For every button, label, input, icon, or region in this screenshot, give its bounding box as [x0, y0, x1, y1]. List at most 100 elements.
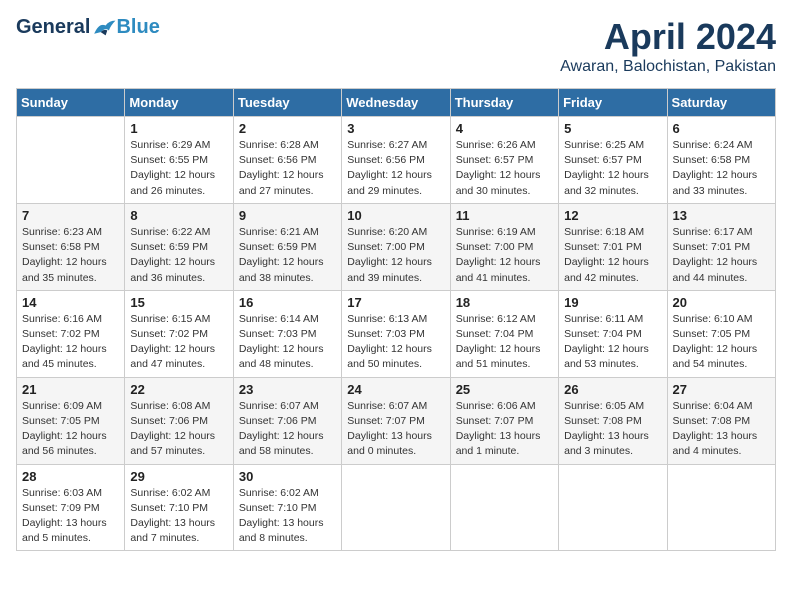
- calendar-cell: 16Sunrise: 6:14 AM Sunset: 7:03 PM Dayli…: [233, 290, 341, 377]
- day-info: Sunrise: 6:03 AM Sunset: 7:09 PM Dayligh…: [22, 486, 119, 547]
- calendar-cell: [450, 464, 558, 551]
- day-number: 4: [456, 121, 553, 136]
- calendar-cell: 19 Sunrise: 6:11 AM Sunset: 7:04 PM Dayli…: [559, 290, 667, 377]
- day-info: Sunrise: 6:23 AM Sunset: 6:58 PM Dayligh…: [22, 225, 119, 286]
- calendar-cell: [559, 464, 667, 551]
- calendar-cell: [667, 464, 775, 551]
- calendar-cell: 1 Sunrise: 6:29 AM Sunset: 6:55 PM Daylig…: [125, 117, 233, 204]
- day-number: 5: [564, 121, 661, 136]
- calendar-cell: 14 Sunrise: 6:16 AM Sunset: 7:02 PM Dayli…: [17, 290, 125, 377]
- calendar-week-row: 14 Sunrise: 6:16 AM Sunset: 7:02 PM Dayli…: [17, 290, 776, 377]
- day-info: Sunrise: 6:21 AM Sunset: 6:59 PM Dayligh…: [239, 225, 336, 286]
- day-info: Sunrise: 6:29 AM Sunset: 6:55 PM Dayligh…: [130, 138, 227, 199]
- day-number: 9: [239, 208, 336, 223]
- day-number: 19: [564, 295, 661, 310]
- day-number: 28: [22, 469, 119, 484]
- day-info: Sunrise: 6:24 AM Sunset: 6:58 PM Dayligh…: [673, 138, 770, 199]
- calendar-header-monday: Monday: [125, 89, 233, 117]
- day-info: Sunrise: 6:06 AM Sunset: 7:07 PM Dayligh…: [456, 399, 553, 460]
- day-info: Sunrise: 6:09 AM Sunset: 7:05 PM Dayligh…: [22, 399, 119, 460]
- day-number: 3: [347, 121, 444, 136]
- calendar-cell: [342, 464, 450, 551]
- calendar-week-row: 21Sunrise: 6:09 AM Sunset: 7:05 PM Dayli…: [17, 377, 776, 464]
- calendar-cell: 25 Sunrise: 6:06 AM Sunset: 7:07 PM Dayli…: [450, 377, 558, 464]
- day-number: 1: [130, 121, 227, 136]
- day-info: Sunrise: 6:28 AM Sunset: 6:56 PM Dayligh…: [239, 138, 336, 199]
- calendar-cell: 4 Sunrise: 6:26 AM Sunset: 6:57 PM Daylig…: [450, 117, 558, 204]
- calendar-header-sunday: Sunday: [17, 89, 125, 117]
- calendar-cell: 8Sunrise: 6:22 AM Sunset: 6:59 PM Daylig…: [125, 203, 233, 290]
- calendar-cell: 3 Sunrise: 6:27 AM Sunset: 6:56 PM Daylig…: [342, 117, 450, 204]
- calendar-cell: 5 Sunrise: 6:25 AM Sunset: 6:57 PM Daylig…: [559, 117, 667, 204]
- day-info: Sunrise: 6:20 AM Sunset: 7:00 PM Dayligh…: [347, 225, 444, 286]
- calendar-cell: 12 Sunrise: 6:18 AM Sunset: 7:01 PM Dayli…: [559, 203, 667, 290]
- day-info: Sunrise: 6:26 AM Sunset: 6:57 PM Dayligh…: [456, 138, 553, 199]
- day-number: 12: [564, 208, 661, 223]
- day-number: 30: [239, 469, 336, 484]
- day-number: 23: [239, 382, 336, 397]
- logo-bird-icon: [92, 19, 116, 37]
- day-info: Sunrise: 6:04 AM Sunset: 7:08 PM Dayligh…: [673, 399, 770, 460]
- day-number: 10: [347, 208, 444, 223]
- calendar-cell: [17, 117, 125, 204]
- day-info: Sunrise: 6:02 AM Sunset: 7:10 PM Dayligh…: [239, 486, 336, 547]
- day-number: 22: [130, 382, 227, 397]
- calendar-cell: 27Sunrise: 6:04 AM Sunset: 7:08 PM Dayli…: [667, 377, 775, 464]
- calendar-cell: 21Sunrise: 6:09 AM Sunset: 7:05 PM Dayli…: [17, 377, 125, 464]
- calendar-header-thursday: Thursday: [450, 89, 558, 117]
- day-info: Sunrise: 6:16 AM Sunset: 7:02 PM Dayligh…: [22, 312, 119, 373]
- day-info: Sunrise: 6:07 AM Sunset: 7:06 PM Dayligh…: [239, 399, 336, 460]
- day-number: 24: [347, 382, 444, 397]
- calendar-week-row: 7 Sunrise: 6:23 AM Sunset: 6:58 PM Daylig…: [17, 203, 776, 290]
- calendar-cell: 18Sunrise: 6:12 AM Sunset: 7:04 PM Dayli…: [450, 290, 558, 377]
- calendar-cell: 10 Sunrise: 6:20 AM Sunset: 7:00 PM Dayli…: [342, 203, 450, 290]
- day-info: Sunrise: 6:15 AM Sunset: 7:02 PM Dayligh…: [130, 312, 227, 373]
- calendar-cell: 29Sunrise: 6:02 AM Sunset: 7:10 PM Dayli…: [125, 464, 233, 551]
- calendar-table: SundayMondayTuesdayWednesdayThursdayFrid…: [16, 88, 776, 551]
- day-number: 6: [673, 121, 770, 136]
- calendar-header-tuesday: Tuesday: [233, 89, 341, 117]
- day-info: Sunrise: 6:07 AM Sunset: 7:07 PM Dayligh…: [347, 399, 444, 460]
- calendar-cell: 17Sunrise: 6:13 AM Sunset: 7:03 PM Dayli…: [342, 290, 450, 377]
- calendar-cell: 15 Sunrise: 6:15 AM Sunset: 7:02 PM Dayli…: [125, 290, 233, 377]
- calendar-cell: 13 Sunrise: 6:17 AM Sunset: 7:01 PM Dayli…: [667, 203, 775, 290]
- calendar-week-row: 28 Sunrise: 6:03 AM Sunset: 7:09 PM Dayli…: [17, 464, 776, 551]
- day-number: 18: [456, 295, 553, 310]
- day-number: 14: [22, 295, 119, 310]
- calendar-week-row: 1 Sunrise: 6:29 AM Sunset: 6:55 PM Daylig…: [17, 117, 776, 204]
- day-number: 29: [130, 469, 227, 484]
- logo-general-text: General: [16, 16, 90, 39]
- day-number: 13: [673, 208, 770, 223]
- location-title: Awaran, Balochistan, Pakistan: [560, 58, 776, 76]
- day-number: 20: [673, 295, 770, 310]
- day-info: Sunrise: 6:25 AM Sunset: 6:57 PM Dayligh…: [564, 138, 661, 199]
- day-number: 2: [239, 121, 336, 136]
- day-info: Sunrise: 6:13 AM Sunset: 7:03 PM Dayligh…: [347, 312, 444, 373]
- day-info: Sunrise: 6:10 AM Sunset: 7:05 PM Dayligh…: [673, 312, 770, 373]
- calendar-cell: 11Sunrise: 6:19 AM Sunset: 7:00 PM Dayli…: [450, 203, 558, 290]
- day-info: Sunrise: 6:11 AM Sunset: 7:04 PM Dayligh…: [564, 312, 661, 373]
- calendar-cell: 24 Sunrise: 6:07 AM Sunset: 7:07 PM Dayli…: [342, 377, 450, 464]
- day-info: Sunrise: 6:27 AM Sunset: 6:56 PM Dayligh…: [347, 138, 444, 199]
- day-number: 7: [22, 208, 119, 223]
- day-info: Sunrise: 6:05 AM Sunset: 7:08 PM Dayligh…: [564, 399, 661, 460]
- day-number: 15: [130, 295, 227, 310]
- day-number: 25: [456, 382, 553, 397]
- day-number: 8: [130, 208, 227, 223]
- calendar-cell: 26Sunrise: 6:05 AM Sunset: 7:08 PM Dayli…: [559, 377, 667, 464]
- header: General Blue April 2024 Awaran, Balochis…: [16, 16, 776, 76]
- title-area: April 2024 Awaran, Balochistan, Pakistan: [560, 16, 776, 76]
- day-info: Sunrise: 6:18 AM Sunset: 7:01 PM Dayligh…: [564, 225, 661, 286]
- day-info: Sunrise: 6:14 AM Sunset: 7:03 PM Dayligh…: [239, 312, 336, 373]
- calendar-header-saturday: Saturday: [667, 89, 775, 117]
- logo-blue-text: Blue: [116, 16, 159, 39]
- calendar-cell: 23 Sunrise: 6:07 AM Sunset: 7:06 PM Dayli…: [233, 377, 341, 464]
- calendar-header-row: SundayMondayTuesdayWednesdayThursdayFrid…: [17, 89, 776, 117]
- day-info: Sunrise: 6:08 AM Sunset: 7:06 PM Dayligh…: [130, 399, 227, 460]
- day-info: Sunrise: 6:17 AM Sunset: 7:01 PM Dayligh…: [673, 225, 770, 286]
- calendar-cell: 22 Sunrise: 6:08 AM Sunset: 7:06 PM Dayli…: [125, 377, 233, 464]
- month-title: April 2024: [560, 16, 776, 58]
- calendar-cell: 9 Sunrise: 6:21 AM Sunset: 6:59 PM Daylig…: [233, 203, 341, 290]
- calendar-cell: 7 Sunrise: 6:23 AM Sunset: 6:58 PM Daylig…: [17, 203, 125, 290]
- calendar-cell: 28 Sunrise: 6:03 AM Sunset: 7:09 PM Dayli…: [17, 464, 125, 551]
